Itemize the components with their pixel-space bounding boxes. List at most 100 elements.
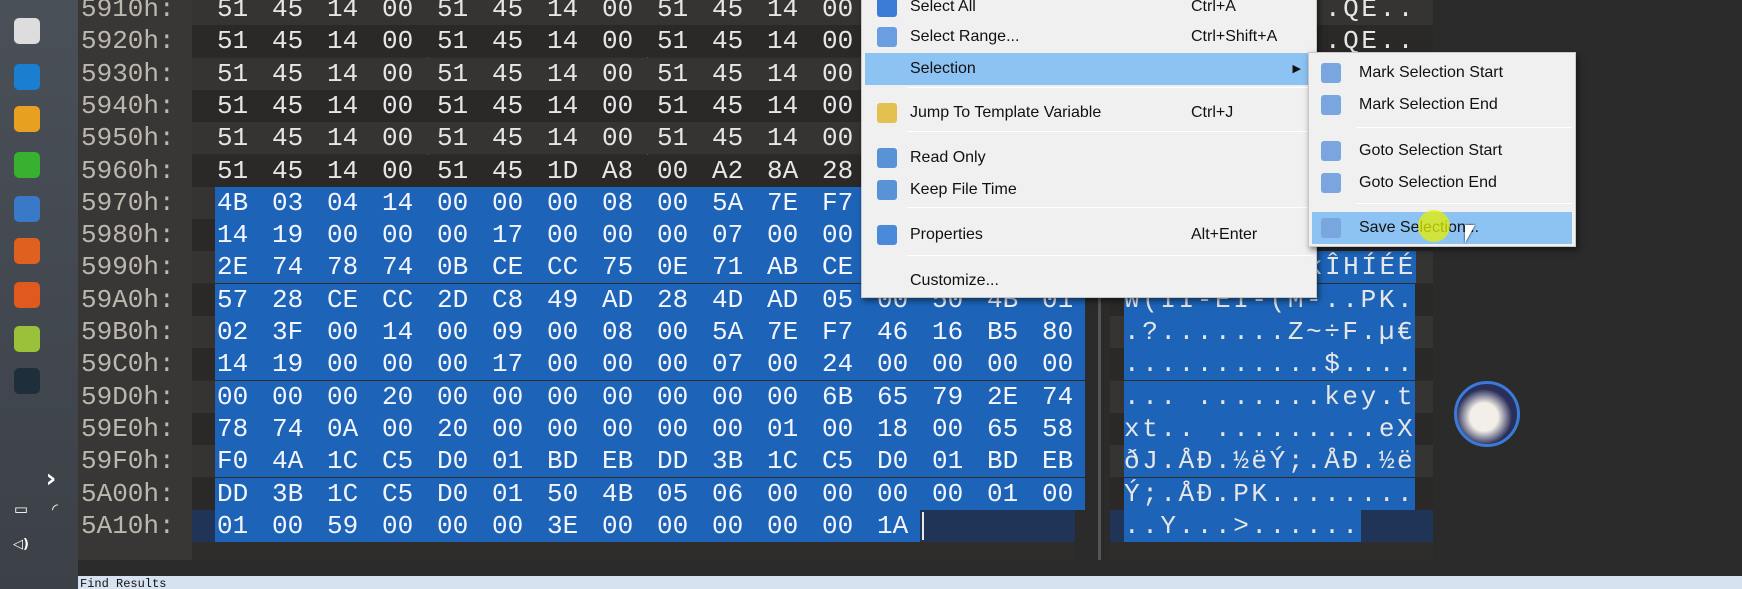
- hex-byte[interactable]: 17: [490, 348, 545, 381]
- hex-byte[interactable]: CC: [545, 251, 600, 284]
- hex-byte[interactable]: A8: [600, 155, 655, 187]
- hex-byte[interactable]: 8A: [765, 155, 820, 187]
- hex-byte[interactable]: 7E: [765, 186, 820, 219]
- hex-byte[interactable]: 14: [545, 0, 600, 25]
- hex-byte[interactable]: 07: [710, 348, 765, 381]
- hex-byte[interactable]: F0: [215, 445, 270, 478]
- hex-byte[interactable]: AD: [600, 283, 655, 316]
- hex-byte[interactable]: 00: [655, 316, 710, 348]
- hex-byte[interactable]: 51: [435, 58, 490, 90]
- hex-byte[interactable]: 00: [655, 186, 710, 219]
- hex-byte[interactable]: 00: [655, 380, 710, 413]
- hex-byte[interactable]: 24: [820, 348, 875, 381]
- hex-byte[interactable]: 00: [600, 58, 655, 90]
- hex-byte[interactable]: 14: [325, 25, 380, 57]
- hex-byte[interactable]: 14: [545, 58, 600, 90]
- hex-byte[interactable]: 4A: [270, 445, 325, 478]
- hex-byte[interactable]: CE: [325, 283, 380, 316]
- hex-byte[interactable]: 00: [600, 509, 655, 542]
- hex-byte[interactable]: 06: [710, 477, 765, 510]
- ascii-text[interactable]: ... .......key.t: [1124, 380, 1416, 413]
- hex-byte[interactable]: EB: [1040, 445, 1085, 478]
- hex-byte[interactable]: 14: [325, 90, 380, 122]
- hex-byte[interactable]: 1A: [875, 509, 920, 542]
- hex-byte[interactable]: 51: [215, 122, 270, 154]
- hex-byte[interactable]: 51: [435, 90, 490, 122]
- ascii-text[interactable]: ...........$....: [1124, 348, 1416, 381]
- hex-byte[interactable]: 01: [490, 477, 545, 510]
- hex-byte[interactable]: 51: [215, 58, 270, 90]
- hex-byte[interactable]: 80: [1040, 316, 1085, 348]
- hex-byte[interactable]: BD: [545, 445, 600, 478]
- hex-byte[interactable]: 5A: [710, 316, 765, 348]
- menu-item-select-all[interactable]: Select All Ctrl+A: [865, 0, 1313, 23]
- hex-byte[interactable]: 45: [490, 25, 545, 57]
- hex-byte[interactable]: 4B: [600, 477, 655, 510]
- floating-avatar[interactable]: [1454, 381, 1520, 447]
- hex-byte[interactable]: 4D: [710, 283, 765, 316]
- hex-byte[interactable]: 01: [765, 412, 820, 445]
- hex-byte[interactable]: 1C: [765, 445, 820, 478]
- hex-byte[interactable]: 65: [985, 412, 1040, 445]
- hex-byte[interactable]: 19: [270, 348, 325, 381]
- menu-item-read-only[interactable]: Read Only: [865, 142, 1313, 174]
- hex-byte[interactable]: 00: [325, 348, 380, 381]
- hex-byte[interactable]: C5: [380, 445, 435, 478]
- hex-byte[interactable]: 45: [710, 90, 765, 122]
- hex-byte[interactable]: 14: [765, 58, 820, 90]
- hex-byte[interactable]: 00: [930, 412, 985, 445]
- hex-byte[interactable]: 3F: [270, 316, 325, 348]
- hex-byte[interactable]: 3B: [710, 445, 765, 478]
- hex-byte[interactable]: 14: [325, 0, 380, 25]
- hex-byte[interactable]: 00: [380, 90, 435, 122]
- hex-byte[interactable]: 46: [875, 316, 930, 348]
- hex-byte[interactable]: 00: [380, 412, 435, 445]
- hex-byte[interactable]: 04: [325, 186, 380, 219]
- hex-byte[interactable]: 1C: [325, 445, 380, 478]
- hex-byte[interactable]: 00: [380, 155, 435, 187]
- hex-byte[interactable]: 00: [380, 122, 435, 154]
- hex-byte[interactable]: 45: [490, 155, 545, 187]
- hex-byte[interactable]: 01: [490, 445, 545, 478]
- hex-byte[interactable]: 51: [655, 58, 710, 90]
- hex-byte[interactable]: 51: [215, 155, 270, 187]
- hex-byte[interactable]: 75: [600, 251, 655, 284]
- hex-byte[interactable]: 14: [545, 25, 600, 57]
- menu-item-selection[interactable]: Selection ▶: [865, 53, 1313, 85]
- hex-byte[interactable]: 00: [545, 316, 600, 348]
- hex-byte[interactable]: 14: [765, 25, 820, 57]
- ascii-text[interactable]: ðJ.ÅÐ.½ëÝ;.ÅÐ.½ë: [1124, 445, 1416, 478]
- hex-byte[interactable]: 00: [655, 219, 710, 252]
- hex-byte[interactable]: 00: [215, 380, 270, 413]
- hex-byte[interactable]: 00: [820, 412, 875, 445]
- hex-byte[interactable]: 57: [215, 283, 270, 316]
- hex-byte[interactable]: 00: [1040, 477, 1085, 510]
- hex-byte[interactable]: 00: [985, 348, 1040, 381]
- submenu-item-mark-selection-start[interactable]: Mark Selection Start: [1312, 57, 1572, 89]
- hex-byte[interactable]: 00: [380, 219, 435, 252]
- hex-byte[interactable]: DD: [655, 445, 710, 478]
- hex-byte[interactable]: 00: [380, 25, 435, 57]
- hex-byte[interactable]: 00: [875, 477, 930, 510]
- hex-byte[interactable]: 05: [655, 477, 710, 510]
- hex-byte[interactable]: 00: [765, 477, 820, 510]
- hex-byte[interactable]: 00: [490, 380, 545, 413]
- hex-byte[interactable]: 00: [325, 380, 380, 413]
- hex-byte[interactable]: 00: [600, 90, 655, 122]
- hex-byte[interactable]: 01: [215, 509, 270, 542]
- hex-byte[interactable]: 51: [215, 25, 270, 57]
- hex-byte[interactable]: 59: [325, 509, 380, 542]
- hex-byte[interactable]: 1C: [325, 477, 380, 510]
- hex-byte[interactable]: 51: [655, 0, 710, 25]
- hex-byte[interactable]: 45: [490, 90, 545, 122]
- ascii-text[interactable]: .?.......Z~÷F.µ€: [1124, 316, 1416, 348]
- hex-byte[interactable]: AD: [765, 283, 820, 316]
- hex-byte[interactable]: 02: [215, 316, 270, 348]
- hex-byte[interactable]: 00: [380, 0, 435, 25]
- hex-byte[interactable]: 00: [710, 412, 765, 445]
- hex-byte[interactable]: 2E: [985, 380, 1040, 413]
- hex-byte[interactable]: 51: [435, 0, 490, 25]
- hex-byte[interactable]: 74: [380, 251, 435, 284]
- hex-byte[interactable]: 00: [380, 348, 435, 381]
- hex-byte[interactable]: 00: [435, 219, 490, 252]
